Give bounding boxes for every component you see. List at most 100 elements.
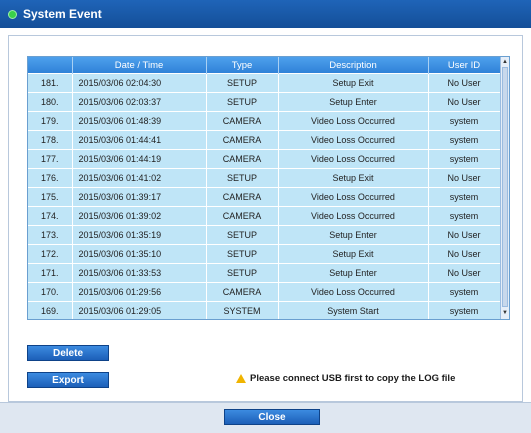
row-datetime: 2015/03/06 01:44:19: [72, 149, 207, 169]
usb-warning: Please connect USB first to copy the LOG…: [236, 373, 455, 384]
row-user-id: No User: [428, 225, 501, 245]
column-header-datetime[interactable]: Date / Time: [72, 57, 207, 74]
row-description: Setup Enter: [278, 263, 429, 283]
row-user-id: system: [428, 149, 501, 169]
table-row[interactable]: 181. 2015/03/06 02:04:30 SETUP Setup Exit No…: [28, 73, 501, 93]
scrollbar[interactable]: ▲ ▼: [500, 57, 509, 319]
row-description: Setup Enter: [278, 225, 429, 245]
row-number: 172.: [28, 244, 73, 264]
column-header-user-id[interactable]: User ID: [428, 57, 501, 74]
status-dot-icon: [8, 9, 17, 19]
row-datetime: 2015/03/06 01:39:02: [72, 206, 207, 226]
row-description: Setup Exit: [278, 168, 429, 188]
close-button[interactable]: Close: [224, 409, 320, 425]
column-header-type[interactable]: Type: [206, 57, 279, 74]
scrollbar-thumb[interactable]: [502, 67, 508, 307]
row-user-id: No User: [428, 168, 501, 188]
table-row[interactable]: 169. 2015/03/06 01:29:05 SYSTEM System Star…: [28, 301, 501, 319]
row-user-id: system: [428, 187, 501, 207]
row-number: 181.: [28, 73, 73, 93]
row-datetime: 2015/03/06 02:03:37: [72, 92, 207, 112]
delete-button[interactable]: Delete: [27, 345, 109, 361]
row-type: SETUP: [206, 73, 279, 93]
row-datetime: 2015/03/06 01:29:56: [72, 282, 207, 302]
row-type: SETUP: [206, 263, 279, 283]
title-bar: System Event: [0, 0, 531, 28]
table-row[interactable]: 178. 2015/03/06 01:44:41 CAMERA Video Loss …: [28, 130, 501, 150]
row-datetime: 2015/03/06 01:48:39: [72, 111, 207, 131]
column-header-number: [28, 57, 73, 74]
table-row[interactable]: 180. 2015/03/06 02:03:37 SETUP Setup Enter N…: [28, 92, 501, 112]
row-type: CAMERA: [206, 187, 279, 207]
column-header-description[interactable]: Description: [278, 57, 429, 74]
row-number: 176.: [28, 168, 73, 188]
row-user-id: system: [428, 282, 501, 302]
row-datetime: 2015/03/06 01:41:02: [72, 168, 207, 188]
row-datetime: 2015/03/06 01:39:17: [72, 187, 207, 207]
row-description: Video Loss Occurred: [278, 187, 429, 207]
row-type: SETUP: [206, 92, 279, 112]
row-description: Video Loss Occurred: [278, 111, 429, 131]
row-number: 174.: [28, 206, 73, 226]
row-datetime: 2015/03/06 01:35:19: [72, 225, 207, 245]
export-button[interactable]: Export: [27, 372, 109, 388]
row-datetime: 2015/03/06 02:04:30: [72, 73, 207, 93]
row-datetime: 2015/03/06 01:29:05: [72, 301, 207, 319]
row-type: SYSTEM: [206, 301, 279, 319]
window-title: System Event: [23, 7, 102, 21]
row-description: System Start: [278, 301, 429, 319]
row-number: 179.: [28, 111, 73, 131]
row-type: SETUP: [206, 225, 279, 245]
table-header: Date / Time Type Description User ID: [28, 57, 501, 74]
dialog-panel: Date / Time Type Description User ID 181…: [8, 35, 523, 402]
row-user-id: system: [428, 130, 501, 150]
table-row[interactable]: 170. 2015/03/06 01:29:56 CAMERA Video Loss …: [28, 282, 501, 302]
row-description: Setup Exit: [278, 73, 429, 93]
row-description: Video Loss Occurred: [278, 149, 429, 169]
table-row[interactable]: 172. 2015/03/06 01:35:10 SETUP Setup Exit No…: [28, 244, 501, 264]
table-row[interactable]: 171. 2015/03/06 01:33:53 SETUP Setup Enter N…: [28, 263, 501, 283]
row-description: Setup Exit: [278, 244, 429, 264]
warning-icon: [236, 374, 246, 383]
row-type: CAMERA: [206, 111, 279, 131]
row-number: 170.: [28, 282, 73, 302]
scroll-down-icon[interactable]: ▼: [502, 310, 508, 316]
event-log-table: Date / Time Type Description User ID 181…: [27, 56, 510, 320]
row-user-id: No User: [428, 263, 501, 283]
row-number: 180.: [28, 92, 73, 112]
row-datetime: 2015/03/06 01:33:53: [72, 263, 207, 283]
row-description: Video Loss Occurred: [278, 282, 429, 302]
row-type: SETUP: [206, 168, 279, 188]
row-number: 177.: [28, 149, 73, 169]
row-user-id: No User: [428, 92, 501, 112]
table-row[interactable]: 174. 2015/03/06 01:39:02 CAMERA Video Loss …: [28, 206, 501, 226]
row-user-id: system: [428, 301, 501, 319]
row-type: CAMERA: [206, 206, 279, 226]
row-user-id: system: [428, 111, 501, 131]
row-description: Video Loss Occurred: [278, 206, 429, 226]
row-user-id: system: [428, 206, 501, 226]
scroll-up-icon[interactable]: ▲: [502, 59, 508, 65]
row-number: 169.: [28, 301, 73, 319]
row-description: Setup Enter: [278, 92, 429, 112]
table-row[interactable]: 179. 2015/03/06 01:48:39 CAMERA Video Loss …: [28, 111, 501, 131]
warning-text: Please connect USB first to copy the LOG…: [250, 373, 456, 384]
footer-bar: Close: [0, 402, 531, 433]
row-number: 178.: [28, 130, 73, 150]
row-datetime: 2015/03/06 01:44:41: [72, 130, 207, 150]
table-row[interactable]: 175. 2015/03/06 01:39:17 CAMERA Video Loss …: [28, 187, 501, 207]
table-row[interactable]: 177. 2015/03/06 01:44:19 CAMERA Video Loss …: [28, 149, 501, 169]
row-number: 175.: [28, 187, 73, 207]
row-type: SETUP: [206, 244, 279, 264]
table-row[interactable]: 176. 2015/03/06 01:41:02 SETUP Setup Exit No…: [28, 168, 501, 188]
row-user-id: No User: [428, 73, 501, 93]
row-type: CAMERA: [206, 149, 279, 169]
row-datetime: 2015/03/06 01:35:10: [72, 244, 207, 264]
table-row[interactable]: 173. 2015/03/06 01:35:19 SETUP Setup Enter N…: [28, 225, 501, 245]
row-type: CAMERA: [206, 130, 279, 150]
row-number: 173.: [28, 225, 73, 245]
row-description: Video Loss Occurred: [278, 130, 429, 150]
row-user-id: No User: [428, 244, 501, 264]
row-type: CAMERA: [206, 282, 279, 302]
row-number: 171.: [28, 263, 73, 283]
